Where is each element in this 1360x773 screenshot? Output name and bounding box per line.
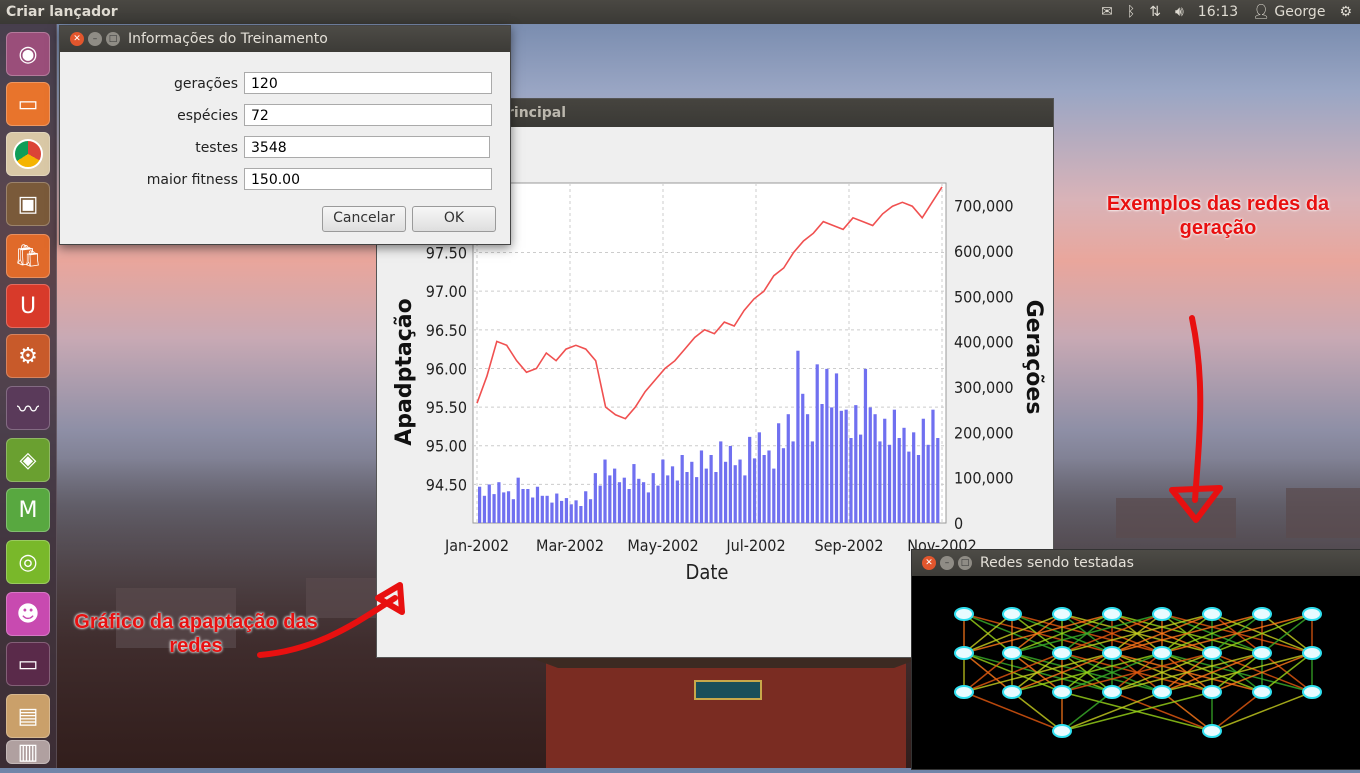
annotation-arrows xyxy=(257,315,1223,658)
arrow-to-chart xyxy=(257,595,398,658)
arrow-to-networks xyxy=(1189,315,1204,503)
